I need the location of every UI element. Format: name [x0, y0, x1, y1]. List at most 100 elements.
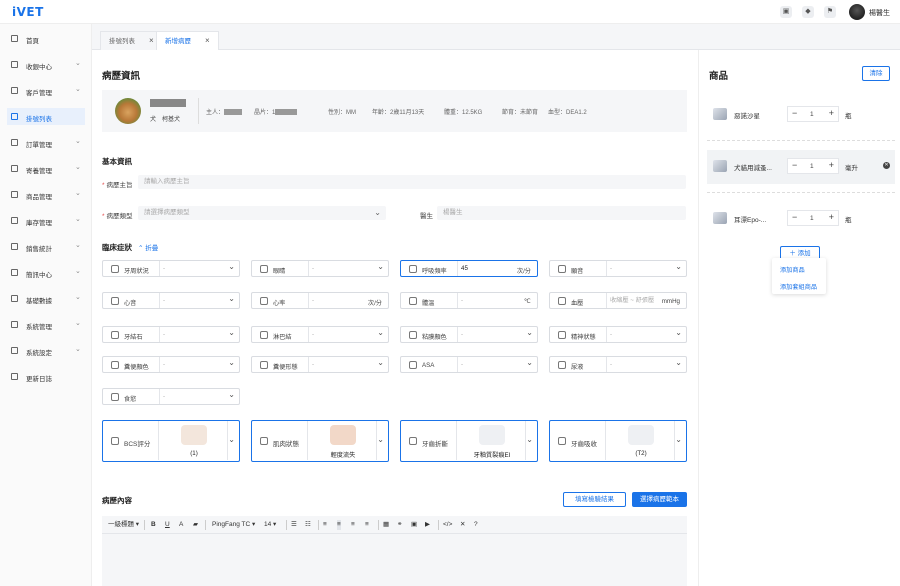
sidebar-item[interactable]: 寄養管理 ⌄ — [7, 160, 85, 177]
sidebar-item[interactable]: 銷售統計 ⌄ — [7, 238, 85, 255]
tab-register-list[interactable]: 掛號列表 × — [100, 31, 163, 50]
symptom-field[interactable]: 血壓 收縮壓 ~ 舒張壓 mmHg — [549, 292, 687, 309]
code-icon[interactable]: </> — [443, 520, 452, 530]
type-select[interactable]: 請選擇病歷類型 ⌄ — [138, 206, 386, 220]
rich-text-editor[interactable]: 一級標題 ▾ B U A ▰ PingFang TC ▾ 14 ▾ ☰ ☷ ≡ … — [102, 516, 687, 586]
symptom-icon — [409, 265, 417, 273]
symptom-field[interactable]: 食慾 - ⌄ — [102, 388, 240, 405]
symptom-field[interactable]: 牙周狀況 - ⌄ — [102, 260, 240, 277]
highlight-icon[interactable]: ▰ — [193, 520, 198, 530]
image-symptom-field[interactable]: 牙齒折斷 牙釉質裂痕EI ⌄ — [400, 420, 538, 462]
symptom-field[interactable]: 願音 - ⌄ — [549, 260, 687, 277]
underline-icon[interactable]: U — [165, 520, 170, 530]
sidebar-item[interactable]: 商品管理 ⌄ — [7, 186, 85, 203]
image-symptom-field[interactable]: 牙齒吸收 (T2) ⌄ — [549, 420, 687, 462]
font-family-select[interactable]: PingFang TC ▾ — [212, 520, 255, 530]
pet-owner: 主人： — [206, 107, 243, 116]
symptom-field[interactable]: 糞便形態 - ⌄ — [251, 356, 389, 373]
divider — [198, 98, 199, 124]
close-icon[interactable]: × — [205, 36, 210, 45]
flag-icon[interactable]: ⚑ — [824, 6, 836, 18]
chevron-down-icon: ⌄ — [228, 294, 235, 303]
minus-icon[interactable]: − — [792, 160, 797, 170]
symptom-field[interactable]: 糞便顏色 - ⌄ — [102, 356, 240, 373]
bullet-list-icon[interactable]: ☰ — [291, 520, 297, 530]
symptom-field[interactable]: 體溫 - ℃ — [400, 292, 538, 309]
minus-icon[interactable]: − — [792, 108, 797, 118]
help-icon[interactable]: ? — [474, 520, 478, 530]
symptom-field[interactable]: 淋巴結 - ⌄ — [251, 326, 389, 343]
align-center-icon[interactable]: ≡ — [337, 520, 341, 530]
symptom-field[interactable]: 眼睛 - ⌄ — [251, 260, 389, 277]
remove-icon[interactable]: ✕ — [883, 162, 890, 169]
bold-icon[interactable]: B — [151, 520, 156, 530]
collapse-toggle[interactable]: ⌃ 折疊 — [138, 242, 158, 252]
align-left-icon[interactable]: ≡ — [323, 520, 327, 530]
add-set-product-option[interactable]: 添加套組商品 — [780, 282, 817, 291]
sidebar-item[interactable]: 客戶管理 ⌄ — [7, 82, 85, 99]
quantity-stepper[interactable]: −1 + — [787, 210, 839, 226]
sidebar-item[interactable]: 掛號列表 — [7, 108, 85, 125]
sidebar-item[interactable]: 簡訊中心 ⌄ — [7, 264, 85, 281]
align-right-icon[interactable]: ≡ — [351, 520, 355, 530]
chevron-down-icon: ⌄ — [75, 216, 81, 223]
symptom-field[interactable]: 心音 - ⌄ — [102, 292, 240, 309]
quantity-stepper[interactable]: −1 + — [787, 158, 839, 174]
doctor-label: 醫生 — [420, 213, 433, 220]
heading-select[interactable]: 一級標題 ▾ — [108, 520, 139, 530]
plus-icon[interactable]: + — [829, 212, 834, 222]
image-icon[interactable]: ▣ — [411, 520, 417, 530]
picture-icon[interactable]: ▣ — [780, 6, 792, 18]
numbered-list-icon[interactable]: ☷ — [305, 520, 311, 530]
sidebar-item[interactable]: 收銀中心 ⌄ — [7, 56, 85, 73]
chevron-down-icon: ⌄ — [377, 328, 384, 337]
avatar[interactable] — [849, 4, 865, 20]
lock-icon[interactable]: ◆ — [802, 6, 814, 18]
product-item: 惡諾沙星 −1 + 瓶 — [707, 98, 895, 132]
symptom-field[interactable]: 粘膜顏色 - ⌄ — [400, 326, 538, 343]
plus-icon[interactable]: + — [829, 160, 834, 170]
video-icon[interactable]: ▶ — [425, 520, 430, 530]
image-symptom-field[interactable]: 肌肉狀態 輕度流失 ⌄ — [251, 420, 389, 462]
chevron-down-icon: ⌄ — [75, 242, 81, 249]
select-template-button[interactable]: 選擇病歷範本 — [632, 492, 687, 507]
chief-input[interactable]: 請輸入病歷主旨 — [138, 175, 686, 189]
chevron-down-icon: ⌄ — [75, 86, 81, 93]
close-icon[interactable]: × — [149, 36, 154, 45]
minus-icon[interactable]: − — [792, 212, 797, 222]
illustration-image — [628, 425, 654, 445]
font-color-icon[interactable]: A — [179, 520, 183, 530]
sidebar-item[interactable]: 基礎數據 ⌄ — [7, 290, 85, 307]
symptom-field[interactable]: 尿液 - ⌄ — [549, 356, 687, 373]
symptom-field[interactable]: ASA - ⌄ — [400, 356, 538, 373]
sidebar-item[interactable]: 系統管理 ⌄ — [7, 316, 85, 333]
table-icon[interactable]: ▦ — [383, 520, 389, 530]
tab-new-record[interactable]: 新增病歷 × — [156, 31, 219, 50]
symptom-icon — [558, 437, 566, 445]
symptom-field[interactable]: 呼吸頻率 45 次/分 — [400, 260, 538, 277]
clear-button[interactable]: 清除 — [862, 66, 890, 81]
quantity-stepper[interactable]: −1 + — [787, 106, 839, 122]
chevron-down-icon: ⌄ — [526, 358, 533, 367]
product-icon — [11, 191, 18, 198]
justify-icon[interactable]: ≡ — [365, 520, 369, 530]
plus-icon[interactable]: + — [829, 108, 834, 118]
sidebar-item[interactable]: 庫存管理 ⌄ — [7, 212, 85, 229]
symptom-field[interactable]: 精神狀態 - ⌄ — [549, 326, 687, 343]
symptom-icon — [111, 331, 119, 339]
link-icon[interactable]: ⚭ — [397, 520, 402, 530]
symptom-field[interactable]: 心率 - 次/分 — [251, 292, 389, 309]
image-symptom-field[interactable]: BCS評分 (1) ⌄ — [102, 420, 240, 462]
font-size-select[interactable]: 14 ▾ — [264, 520, 276, 530]
sidebar-item[interactable]: 更新日誌 — [7, 368, 85, 385]
sms-icon — [11, 269, 18, 276]
user-name[interactable]: 楊醫生 — [869, 8, 890, 18]
symptom-field[interactable]: 牙結石 - ⌄ — [102, 326, 240, 343]
fill-result-button[interactable]: 填寫檢驗結果 — [563, 492, 626, 507]
add-product-option[interactable]: 添加商品 — [780, 265, 805, 274]
sidebar-item[interactable]: 首頁 — [7, 30, 85, 47]
sidebar-item[interactable]: 系統設定 ⌄ — [7, 342, 85, 359]
doctor-select[interactable]: 楊醫生 — [437, 206, 686, 220]
clear-format-icon[interactable]: ✕ — [460, 520, 465, 530]
sidebar-item[interactable]: 訂單管理 ⌄ — [7, 134, 85, 151]
